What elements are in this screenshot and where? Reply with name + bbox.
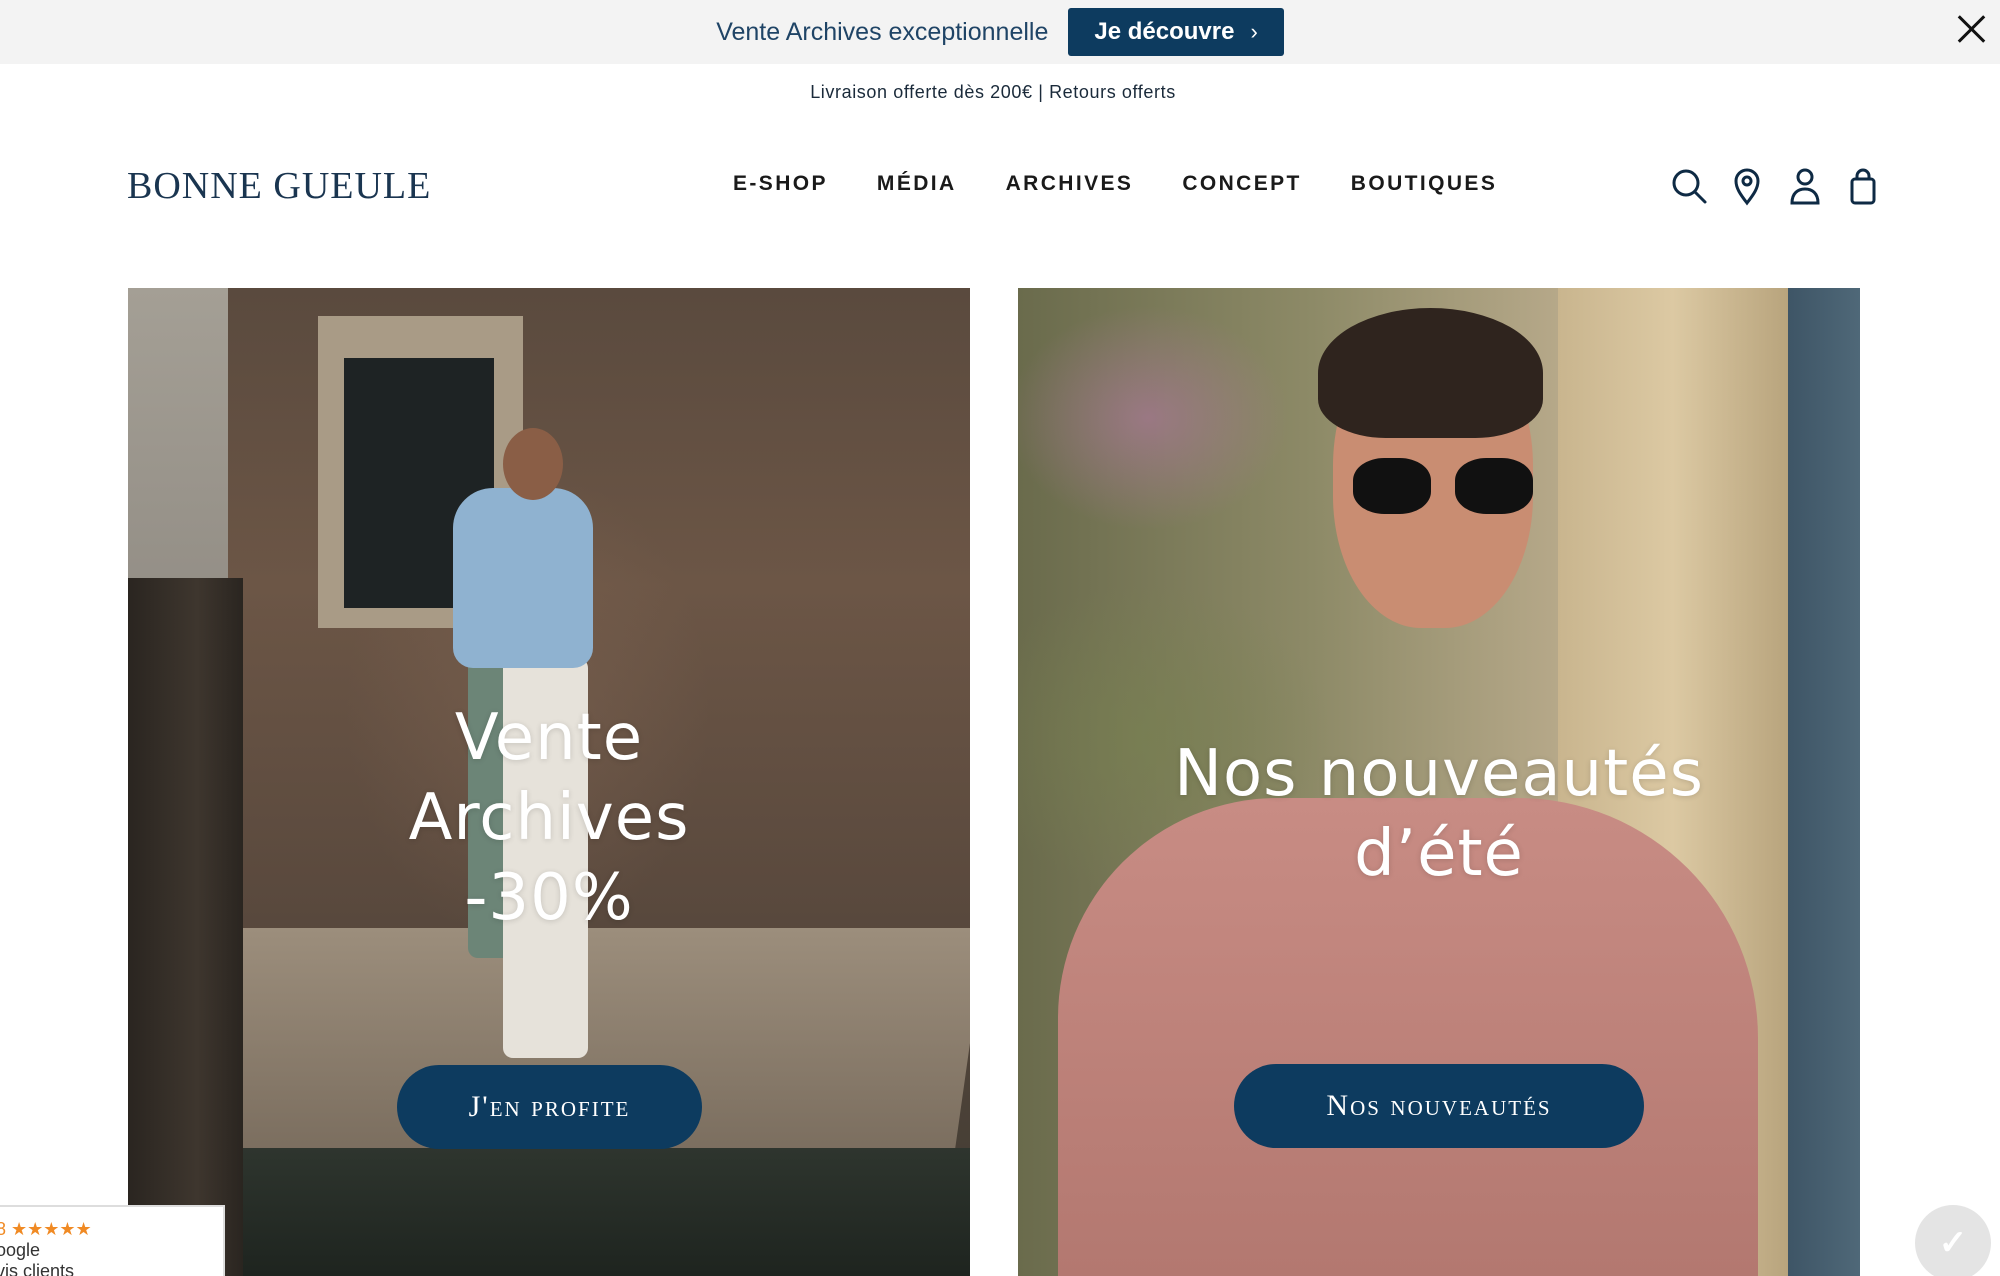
chevron-right-icon: ›: [1250, 19, 1258, 44]
header-icons: [1670, 166, 1882, 206]
search-icon[interactable]: [1670, 166, 1708, 206]
cart-icon[interactable]: [1844, 166, 1882, 206]
google-reviews-widget[interactable]: 8 ★★★★★ oogle vis clients: [0, 1205, 225, 1276]
reviews-rating: 8 ★★★★★: [0, 1219, 92, 1239]
headline-line: d’été: [1354, 817, 1524, 891]
nav-item-archives[interactable]: ARCHIVES: [1006, 172, 1134, 196]
hero-headline-new-arrivals: Nos nouveautés d’été: [1018, 734, 1860, 894]
location-pin-icon[interactable]: [1728, 166, 1766, 206]
close-icon[interactable]: [1956, 14, 1986, 44]
logo[interactable]: BONNE GUEULE: [127, 164, 431, 208]
hero-card-new-arrivals[interactable]: Nos nouveautés d’été Nos nouveautés: [1018, 288, 1860, 1276]
announcement-cta-label: Je découvre: [1094, 18, 1235, 45]
announcement-bar: Vente Archives exceptionnelle Je découvr…: [0, 0, 2000, 64]
reviews-label: vis clients: [0, 1261, 75, 1276]
account-icon[interactable]: [1786, 166, 1824, 206]
nav-item-boutiques[interactable]: BOUTIQUES: [1351, 172, 1497, 196]
nav-item-media[interactable]: MÉDIA: [877, 172, 957, 196]
headline-line: -30%: [464, 861, 634, 935]
headline-line: Nos nouveautés: [1174, 737, 1704, 811]
hero-card-archives[interactable]: Vente Archives -30% J'en profite: [128, 288, 970, 1276]
headline-line: Vente: [454, 701, 644, 775]
reviews-source: oogle: [0, 1240, 41, 1260]
shipping-info: Livraison offerte dès 200€ | Retours off…: [810, 82, 1176, 102]
nav-item-concept[interactable]: CONCEPT: [1182, 172, 1301, 196]
chat-button[interactable]: ✓: [1915, 1205, 1991, 1276]
jen-profite-button[interactable]: J'en profite: [397, 1065, 702, 1149]
headline-line: Archives: [408, 781, 690, 855]
announcement-text: Vente Archives exceptionnelle: [716, 17, 1049, 46]
nav-item-eshop[interactable]: E-SHOP: [733, 172, 828, 196]
chat-icon: ✓: [1938, 1224, 1968, 1262]
main-nav: E-SHOP MÉDIA ARCHIVES CONCEPT BOUTIQUES: [733, 172, 1497, 196]
nos-nouveautes-button[interactable]: Nos nouveautés: [1234, 1064, 1644, 1148]
hero-headline-archives: Vente Archives -30%: [128, 698, 970, 938]
announcement-cta-button[interactable]: Je découvre ›: [1068, 8, 1284, 56]
